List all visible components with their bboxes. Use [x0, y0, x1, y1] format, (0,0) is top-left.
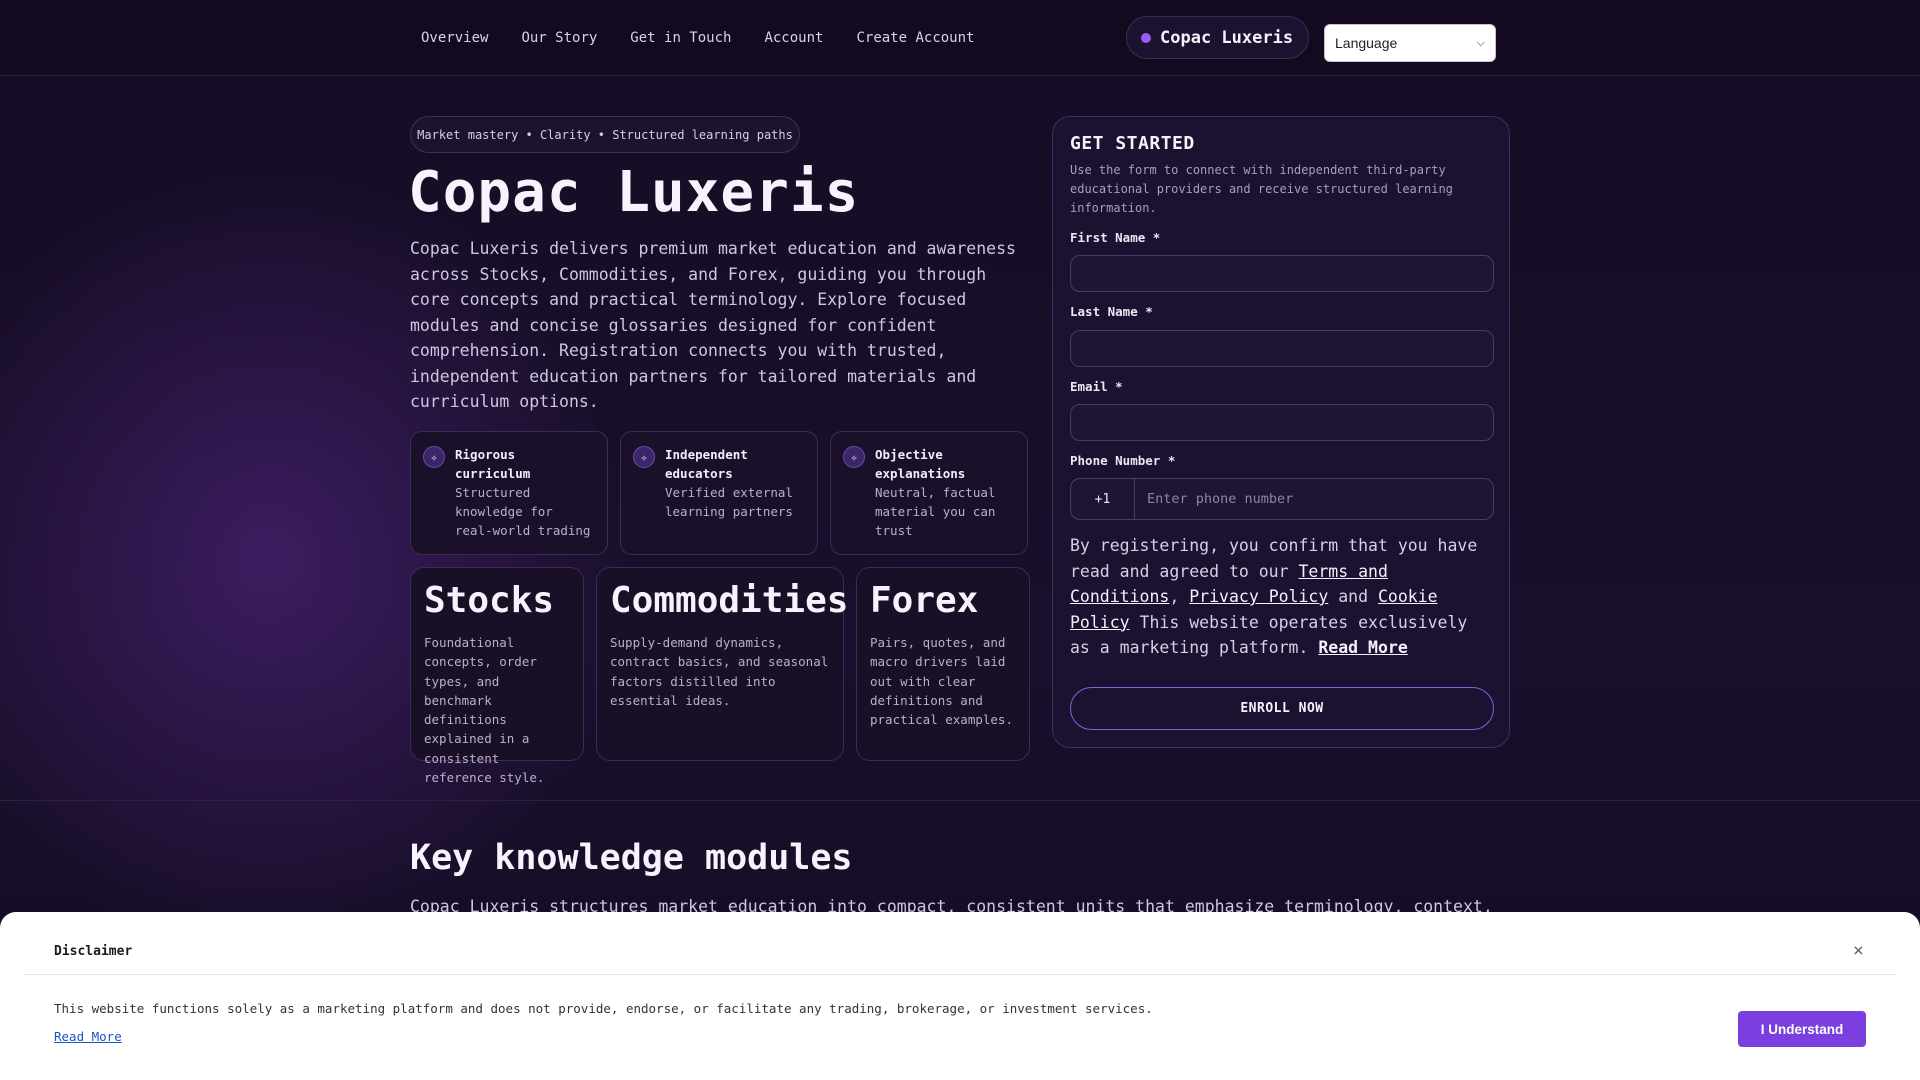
feature-desc: Verified external learning partners [665, 485, 793, 519]
consent-text: By registering, you confirm that you hav… [1070, 533, 1494, 661]
consent-and: and [1328, 587, 1378, 606]
brand-name: Copac Luxeris [1160, 27, 1294, 48]
sparkle-icon: ✧ [633, 446, 655, 468]
feature-cards: ✧ Rigorous curriculum Structured knowled… [410, 431, 1028, 555]
market-desc: Foundational concepts, order types, and … [424, 635, 545, 786]
form-subtitle: Use the form to connect with independent… [1070, 163, 1453, 215]
disclaimer-banner: Disclaimer × This website functions sole… [0, 912, 1920, 1080]
feature-title: Rigorous curriculum [455, 447, 531, 481]
nav-link-create-account[interactable]: Create Account [856, 30, 974, 46]
i-understand-button[interactable]: I Understand [1738, 1011, 1866, 1047]
nav-links: Overview Our Story Get in Touch Account … [421, 30, 974, 46]
consent-prefix: By registering, you confirm that you hav… [1070, 536, 1478, 581]
brand-dot-icon [1141, 32, 1151, 43]
hero-title: Copac Luxeris [408, 160, 860, 225]
hero-tagline-pill: Market mastery • Clarity • Structured le… [410, 116, 800, 153]
nav-link-account[interactable]: Account [764, 30, 823, 46]
email-input[interactable] [1070, 404, 1494, 441]
nav-link-overview[interactable]: Overview [421, 30, 488, 46]
first-name-input[interactable] [1070, 255, 1494, 292]
top-navbar: Overview Our Story Get in Touch Account … [0, 0, 1920, 76]
nav-link-our-story[interactable]: Our Story [521, 30, 597, 46]
market-cards: Stocks Foundational concepts, order type… [410, 567, 1030, 785]
first-name-label: First Name * [1070, 230, 1161, 245]
enroll-now-button[interactable]: ENROLL NOW [1070, 687, 1494, 730]
phone-input[interactable]: Enter phone number [1135, 479, 1493, 519]
feature-title: Independent educators [665, 447, 748, 481]
close-icon[interactable]: × [1853, 940, 1864, 961]
market-desc: Supply-demand dynamics, contract basics,… [610, 635, 829, 708]
hero-description: Copac Luxeris delivers premium market ed… [410, 239, 1016, 411]
disclaimer-title: Disclaimer [54, 944, 133, 959]
feature-card-independent-educators: ✧ Independent educators Verified externa… [620, 431, 818, 555]
chevron-down-icon: ⌵ [1476, 36, 1485, 49]
email-label: Email * [1070, 379, 1123, 394]
feature-card-objective-explanations: ✧ Objective explanations Neutral, factua… [830, 431, 1028, 555]
disclaimer-read-more-link[interactable]: Read More [54, 1029, 122, 1044]
registration-form: GET STARTED Use the form to connect with… [1052, 116, 1510, 748]
privacy-link[interactable]: Privacy Policy [1189, 587, 1328, 606]
form-title: GET STARTED [1070, 133, 1195, 154]
market-title: Commodities [610, 580, 849, 621]
language-select-value: Language [1335, 35, 1398, 51]
phone-label: Phone Number * [1070, 453, 1176, 468]
consent-comma: , [1169, 587, 1190, 606]
last-name-label: Last Name * [1070, 304, 1153, 319]
feature-desc: Neutral, factual material you can trust [875, 485, 996, 538]
read-more-link[interactable]: Read More [1318, 638, 1407, 657]
brand-logo[interactable]: Copac Luxeris [1126, 16, 1309, 59]
market-title: Forex [870, 580, 979, 621]
feature-card-rigorous-curriculum: ✧ Rigorous curriculum Structured knowled… [410, 431, 608, 555]
modules-title: Key knowledge modules [410, 838, 853, 878]
last-name-input[interactable] [1070, 330, 1494, 367]
market-title: Stocks [424, 580, 555, 621]
country-code-select[interactable]: +1 [1071, 479, 1135, 519]
sparkle-icon: ✧ [843, 446, 865, 468]
market-card-commodities[interactable]: Commodities Supply-demand dynamics, cont… [596, 567, 849, 761]
feature-title: Objective explanations [875, 447, 966, 481]
nav-link-get-in-touch[interactable]: Get in Touch [630, 30, 731, 46]
market-card-stocks[interactable]: Stocks Foundational concepts, order type… [410, 567, 584, 785]
disclaimer-divider [24, 974, 1896, 975]
disclaimer-text: This website functions solely as a marke… [54, 1001, 1153, 1016]
market-card-forex[interactable]: Forex Pairs, quotes, and macro drivers l… [856, 567, 1030, 761]
section-divider [0, 800, 1920, 801]
phone-field: +1 Enter phone number [1070, 478, 1494, 520]
feature-desc: Structured knowledge for real-world trad… [455, 485, 591, 538]
sparkle-icon: ✧ [423, 446, 445, 468]
market-desc: Pairs, quotes, and macro drivers laid ou… [870, 635, 1013, 728]
language-select[interactable]: Language ⌵ [1324, 24, 1496, 62]
